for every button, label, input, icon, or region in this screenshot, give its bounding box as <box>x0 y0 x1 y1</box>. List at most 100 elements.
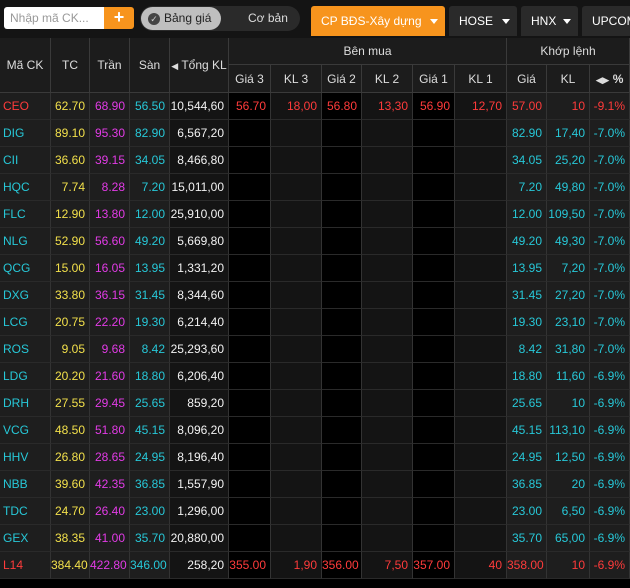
bid-price1-cell <box>413 498 455 525</box>
symbol-cell[interactable]: DRH <box>0 390 51 417</box>
ref-price-cell: 38.35 <box>51 525 90 552</box>
total-vol-cell: 6,214,40 <box>170 309 229 336</box>
view-toggle-basic[interactable]: Cơ bản <box>248 6 288 31</box>
table-row[interactable]: QCG 15.00 16.05 13.95 1,331,20 13.95 7,20 -7.0% <box>0 255 630 282</box>
table-row[interactable]: DIG 89.10 95.30 82.90 6,567,20 82.90 17,40 -7.0… <box>0 120 630 147</box>
total-vol-cell: 1,296,00 <box>170 498 229 525</box>
tab-hose[interactable]: HOSE <box>449 6 517 36</box>
symbol-cell[interactable]: LDG <box>0 363 51 390</box>
symbol-cell[interactable]: LCG <box>0 309 51 336</box>
symbol-cell[interactable]: ROS <box>0 336 51 363</box>
search-input[interactable] <box>4 7 104 29</box>
match-vol-cell: 23,10 <box>547 309 590 336</box>
view-toggle-board[interactable]: ✓ Bảng giá <box>141 7 221 30</box>
ceiling-price-cell: 422.80 <box>90 552 130 579</box>
table-row[interactable]: LDG 20.20 21.60 18.80 6,206,40 18.80 11,60 -6.9… <box>0 363 630 390</box>
ceiling-price-cell: 8.28 <box>90 174 130 201</box>
bid-vol1-cell: 12,70 <box>455 93 507 120</box>
symbol-cell[interactable]: CEO <box>0 93 51 120</box>
col-price2-header: Giá 2 <box>322 65 362 93</box>
table-row[interactable]: LCG 20.75 22.20 19.30 6,214,40 19.30 23,10 -7.0… <box>0 309 630 336</box>
table-row[interactable]: TDC 24.70 26.40 23.00 1,296,00 23.00 6,50 -6.9% <box>0 498 630 525</box>
match-price-cell: 18.80 <box>507 363 547 390</box>
bid-price3-cell <box>229 498 271 525</box>
floor-price-cell: 346.00 <box>130 552 170 579</box>
table-row[interactable]: DXG 33.80 36.15 31.45 8,344,60 31.45 27,20 -7.0… <box>0 282 630 309</box>
symbol-cell[interactable]: FLC <box>0 201 51 228</box>
bid-vol1-cell <box>455 255 507 282</box>
table-row[interactable]: HQC 7.74 8.28 7.20 15,011,00 7.20 49,80 -7.0% <box>0 174 630 201</box>
bid-vol1-cell <box>455 444 507 471</box>
col-vol1-header: KL 1 <box>455 65 507 93</box>
bid-price3-cell <box>229 363 271 390</box>
bid-price2-cell <box>322 201 362 228</box>
table-row[interactable]: CEO 62.70 68.90 56.50 10,544,60 56.70 18,00 56.… <box>0 93 630 120</box>
total-vol-cell: 6,567,20 <box>170 120 229 147</box>
match-vol-cell: 113,10 <box>547 417 590 444</box>
pct-change-cell: -7.0% <box>590 309 630 336</box>
symbol-cell[interactable]: HHV <box>0 444 51 471</box>
total-vol-cell: 6,206,40 <box>170 363 229 390</box>
bid-price1-cell <box>413 471 455 498</box>
symbol-cell[interactable]: GEX <box>0 525 51 552</box>
bid-vol1-cell <box>455 120 507 147</box>
ceiling-price-cell: 13.80 <box>90 201 130 228</box>
bid-vol1-cell <box>455 201 507 228</box>
tab-real-estate-construction[interactable]: CP BĐS-Xây dựng <box>311 6 445 36</box>
ref-price-cell: 20.75 <box>51 309 90 336</box>
bid-price2-cell: 56.80 <box>322 93 362 120</box>
pct-change-cell: -6.9% <box>590 498 630 525</box>
match-price-cell: 12.00 <box>507 201 547 228</box>
ref-price-cell: 24.70 <box>51 498 90 525</box>
tab-upcom[interactable]: UPCOM <box>582 6 630 36</box>
ceiling-price-cell: 41.00 <box>90 525 130 552</box>
col-vol2-header: KL 2 <box>362 65 413 93</box>
table-row[interactable]: GEX 38.35 41.00 35.70 20,880,00 35.70 65,00 -6.… <box>0 525 630 552</box>
bid-price2-cell: 356.00 <box>322 552 362 579</box>
symbol-cell[interactable]: DXG <box>0 282 51 309</box>
pct-change-cell: -9.1% <box>590 93 630 120</box>
col-total-vol-header[interactable]: ◀ Tổng KL <box>170 38 229 93</box>
table-row[interactable]: NLG 52.90 56.60 49.20 5,669,80 49.20 49,30 -7.0… <box>0 228 630 255</box>
table-row[interactable]: VCG 48.50 51.80 45.15 8,096,20 45.15 113,10 -6.… <box>0 417 630 444</box>
floor-price-cell: 8.42 <box>130 336 170 363</box>
table-row[interactable]: CII 36.60 39.15 34.05 8,466,80 34.05 25,20 -7.0… <box>0 147 630 174</box>
col-symbol-header[interactable]: Mã CK <box>0 38 51 93</box>
col-floor-header[interactable]: Sàn <box>130 38 170 93</box>
col-total-vol-label: Tổng KL <box>181 58 227 72</box>
match-vol-cell: 27,20 <box>547 282 590 309</box>
symbol-cell[interactable]: TDC <box>0 498 51 525</box>
symbol-cell[interactable]: DIG <box>0 120 51 147</box>
tab-hnx[interactable]: HNX <box>521 6 578 36</box>
table-row[interactable]: L14 384.40 422.80 346.00 258,20 355.00 1,90 356… <box>0 552 630 579</box>
symbol-cell[interactable]: NBB <box>0 471 51 498</box>
symbol-cell[interactable]: VCG <box>0 417 51 444</box>
table-row[interactable]: ROS 9.05 9.68 8.42 25,293,60 8.42 31,80 -7.0% <box>0 336 630 363</box>
match-vol-cell: 10 <box>547 552 590 579</box>
bid-price3-cell <box>229 201 271 228</box>
table-row[interactable]: HHV 26.80 28.65 24.95 8,196,40 24.95 12,50 -6.9… <box>0 444 630 471</box>
bid-vol2-cell <box>362 120 413 147</box>
symbol-cell[interactable]: CII <box>0 147 51 174</box>
price-board: Mã CK TC Trần Sàn ◀ Tổng KL Bên mua Khớp… <box>0 38 630 588</box>
col-pct-header[interactable]: ◀▶ % <box>590 65 630 93</box>
total-vol-cell: 8,096,20 <box>170 417 229 444</box>
buy-side-group-header: Bên mua <box>229 38 507 65</box>
table-row[interactable]: DRH 27.55 29.45 25.65 859,20 25.65 10 -6.9% <box>0 390 630 417</box>
add-symbol-button[interactable]: + <box>104 7 134 29</box>
tab-label: CP BĐS-Xây dựng <box>321 14 422 28</box>
match-vol-cell: 7,20 <box>547 255 590 282</box>
floor-price-cell: 35.70 <box>130 525 170 552</box>
col-ref-header[interactable]: TC <box>51 38 90 93</box>
symbol-cell[interactable]: QCG <box>0 255 51 282</box>
symbol-cell[interactable]: HQC <box>0 174 51 201</box>
table-row[interactable]: NBB 39.60 42.35 36.85 1,557,90 36.85 20 -6.9% <box>0 471 630 498</box>
table-row[interactable]: FLC 12.90 13.80 12.00 25,910,00 12.00 109,50 -7… <box>0 201 630 228</box>
col-ceiling-header[interactable]: Trần <box>90 38 130 93</box>
match-vol-cell: 49,80 <box>547 174 590 201</box>
bid-price2-cell <box>322 147 362 174</box>
symbol-cell[interactable]: NLG <box>0 228 51 255</box>
symbol-cell[interactable]: L14 <box>0 552 51 579</box>
floor-price-cell: 34.05 <box>130 147 170 174</box>
ref-price-cell: 89.10 <box>51 120 90 147</box>
